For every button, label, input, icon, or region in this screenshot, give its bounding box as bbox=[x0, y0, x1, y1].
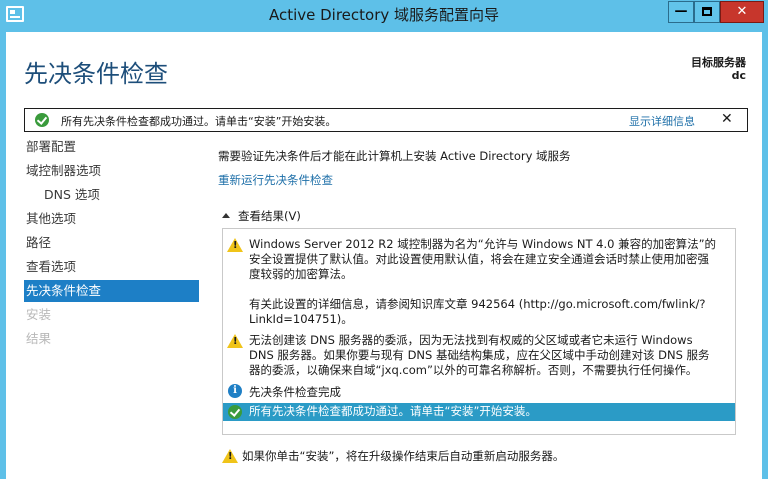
status-banner: 所有先决条件检查都成功通过。请单击“安装”开始安装。 显示详细信息 ✕ bbox=[24, 108, 748, 132]
info-icon: i bbox=[228, 384, 242, 398]
result-text: 所有先决条件检查都成功通过。请单击“安装”开始安装。 bbox=[249, 404, 537, 418]
show-details-link[interactable]: 显示详细信息 bbox=[629, 113, 695, 129]
nav-item-results: 结果 bbox=[26, 331, 52, 346]
view-results-toggle[interactable]: 查看结果(V) bbox=[222, 208, 301, 224]
maximize-button[interactable] bbox=[694, 1, 720, 23]
window-title: Active Directory 域服务配置向导 bbox=[268, 6, 500, 24]
nav-item-dc-options[interactable]: 域控制器选项 bbox=[24, 160, 199, 182]
view-results-label: 查看结果(V) bbox=[238, 209, 301, 223]
main-content: 需要验证先决条件后才能在此计算机上安装 Active Directory 域服务… bbox=[218, 148, 748, 466]
result-item-warning-crypto[interactable]: Windows Server 2012 R2 域控制器为名为“允许与 Windo… bbox=[223, 237, 735, 329]
nav-item-deployment-config[interactable]: 部署配置 bbox=[24, 136, 199, 158]
result-item-info[interactable]: i 先决条件检查完成 bbox=[223, 383, 735, 401]
result-text: 无法创建该 DNS 服务器的委派，因为无法找到有权威的父区域或者它未运行 Win… bbox=[249, 333, 710, 377]
success-check-icon bbox=[228, 405, 242, 419]
result-item-warning-dns[interactable]: 无法创建该 DNS 服务器的委派，因为无法找到有权威的父区域或者它未运行 Win… bbox=[223, 333, 735, 381]
nav-item-installation: 安装 bbox=[26, 307, 52, 322]
page-title: 先决条件检查 bbox=[24, 60, 168, 88]
nav-item-prerequisites-check[interactable]: 先决条件检查 bbox=[24, 280, 199, 302]
nav-item-additional-options[interactable]: 其他选项 bbox=[24, 208, 199, 230]
restart-note: 如果你单击“安装”，将在升级操作结束后自动重新启动服务器。 bbox=[222, 448, 564, 464]
banner-message: 所有先决条件检查都成功通过。请单击“安装”开始安装。 bbox=[61, 115, 337, 128]
nav-item-paths[interactable]: 路径 bbox=[24, 232, 199, 254]
nav-item-review-options[interactable]: 查看选项 bbox=[24, 256, 199, 278]
warning-icon bbox=[227, 334, 243, 348]
rerun-prerequisites-link[interactable]: 重新运行先决条件检查 bbox=[218, 172, 333, 188]
close-button[interactable]: ✕ bbox=[720, 1, 764, 23]
result-text: 先决条件检查完成 bbox=[249, 385, 341, 399]
warning-icon bbox=[222, 449, 238, 463]
banner-close-icon[interactable]: ✕ bbox=[721, 111, 733, 127]
collapse-caret-icon bbox=[222, 213, 230, 218]
target-server-label: 目标服务器 bbox=[691, 56, 746, 69]
warning-icon bbox=[227, 238, 243, 252]
minimize-button[interactable]: — bbox=[668, 1, 694, 23]
results-list[interactable]: Windows Server 2012 R2 域控制器为名为“允许与 Windo… bbox=[222, 228, 736, 435]
page-description: 需要验证先决条件后才能在此计算机上安装 Active Directory 域服务 bbox=[218, 149, 571, 163]
result-text: Windows Server 2012 R2 域控制器为名为“允许与 Windo… bbox=[249, 237, 717, 326]
restart-note-text: 如果你单击“安装”，将在升级操作结束后自动重新启动服务器。 bbox=[242, 449, 565, 463]
target-server-value: dc bbox=[731, 69, 746, 82]
title-bar[interactable]: Active Directory 域服务配置向导 — ✕ bbox=[0, 0, 768, 32]
wizard-window: Active Directory 域服务配置向导 — ✕ 先决条件检查 目标服务… bbox=[0, 0, 768, 479]
maximize-icon bbox=[702, 7, 712, 16]
success-check-icon bbox=[35, 113, 49, 127]
nav-item-dns-options[interactable]: DNS 选项 bbox=[24, 184, 199, 206]
wizard-nav: 部署配置 域控制器选项 DNS 选项 其他选项 路径 查看选项 先决条件检查 安… bbox=[24, 136, 199, 466]
result-item-success[interactable]: 所有先决条件检查都成功通过。请单击“安装”开始安装。 bbox=[223, 403, 735, 421]
wizard-client-area: 先决条件检查 目标服务器 dc 所有先决条件检查都成功通过。请单击“安装”开始安… bbox=[6, 32, 762, 479]
wizard-header: 先决条件检查 目标服务器 dc bbox=[6, 32, 762, 104]
